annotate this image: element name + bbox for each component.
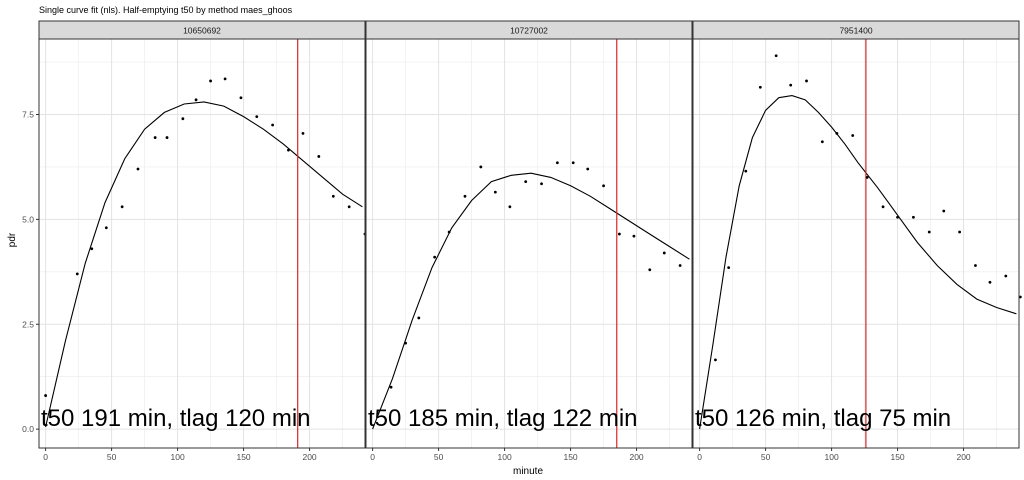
data-point xyxy=(865,176,869,179)
x-tick-label: 200 xyxy=(629,452,643,462)
data-point xyxy=(524,180,528,184)
data-point xyxy=(181,117,185,121)
x-tick-label: 150 xyxy=(563,452,577,462)
data-point xyxy=(417,316,421,320)
data-point xyxy=(271,123,275,127)
data-point xyxy=(927,230,931,234)
data-point xyxy=(479,165,483,169)
data-point xyxy=(223,77,227,81)
panel-background xyxy=(39,39,365,448)
data-point xyxy=(789,83,793,87)
data-point xyxy=(896,215,899,219)
data-point xyxy=(820,140,824,144)
data-point xyxy=(744,169,748,173)
data-point xyxy=(255,115,259,119)
y-tick-label: 5.0 xyxy=(22,214,34,224)
facet-strip-label: 7951400 xyxy=(839,26,872,36)
data-point xyxy=(165,136,169,139)
panel-2: t50 185 min, tlag 122 min 10727002 0 50 100 1… xyxy=(365,20,693,462)
data-point xyxy=(209,79,212,83)
panel-background xyxy=(693,39,1019,448)
data-point xyxy=(618,232,621,236)
x-tick-label: 0 xyxy=(697,452,702,462)
chart-panels: t50 191 min, tlag 120 min 10650692 0 50 100 1… xyxy=(22,20,1022,462)
data-point xyxy=(136,167,140,171)
data-point xyxy=(602,184,605,188)
x-tick-label: 200 xyxy=(956,452,970,462)
fit-annotation: t50 191 min, tlag 120 min xyxy=(41,405,311,432)
data-point xyxy=(104,226,108,230)
data-point xyxy=(678,264,682,267)
x-tick-label: 200 xyxy=(302,452,316,462)
data-point xyxy=(540,182,543,186)
data-point xyxy=(447,230,451,234)
facet-strip-label: 10727002 xyxy=(510,26,548,36)
data-point xyxy=(239,96,243,100)
fit-annotation: t50 126 min, tlag 75 min xyxy=(695,405,951,432)
data-point xyxy=(774,54,778,58)
data-point xyxy=(586,167,590,171)
faceted-chart: Single curve fit (nls). Half-emptying t5… xyxy=(7,5,1022,477)
x-tick-label: 50 xyxy=(434,452,444,462)
chart-title: Single curve fit (nls). Half-emptying t5… xyxy=(39,5,293,15)
data-point xyxy=(75,272,79,276)
data-point xyxy=(942,209,946,213)
data-point xyxy=(493,190,497,194)
data-point xyxy=(758,85,762,89)
panel-1: t50 191 min, tlag 120 min 10650692 0 50 100 1… xyxy=(22,20,367,462)
data-point xyxy=(433,255,437,259)
x-tick-label: 0 xyxy=(43,452,48,462)
x-tick-label: 50 xyxy=(107,452,117,462)
x-tick-label: 0 xyxy=(370,452,375,462)
data-point xyxy=(958,230,962,234)
data-point xyxy=(571,161,575,165)
data-point xyxy=(912,215,915,219)
data-point xyxy=(120,205,124,209)
data-point xyxy=(153,136,157,139)
data-point xyxy=(714,358,717,362)
data-point xyxy=(44,394,47,397)
data-point xyxy=(90,247,94,251)
facet-strip-label: 10650692 xyxy=(183,26,221,36)
x-tick-label: 100 xyxy=(824,452,838,462)
fit-annotation: t50 185 min, tlag 122 min xyxy=(368,405,638,432)
x-tick-label: 150 xyxy=(890,452,904,462)
x-tick-label: 100 xyxy=(497,452,511,462)
data-point xyxy=(851,134,855,137)
y-axis-title: pdr xyxy=(7,232,18,247)
data-point xyxy=(301,131,305,135)
x-tick-label: 100 xyxy=(170,452,184,462)
data-point xyxy=(331,194,335,198)
data-point xyxy=(805,79,808,83)
y-tick-label: 7.5 xyxy=(22,110,34,120)
data-point xyxy=(389,385,393,389)
data-point xyxy=(648,268,652,272)
data-point xyxy=(662,251,666,255)
data-point xyxy=(404,341,407,345)
data-point xyxy=(727,266,731,270)
data-point xyxy=(194,98,198,102)
data-point xyxy=(508,205,512,209)
data-point xyxy=(988,280,992,284)
data-point xyxy=(1004,274,1008,278)
data-point xyxy=(555,161,559,165)
data-point xyxy=(974,264,977,267)
data-point xyxy=(347,205,351,209)
data-point xyxy=(881,205,885,209)
data-point xyxy=(287,148,290,152)
data-point xyxy=(632,234,636,238)
x-axis-title: minute xyxy=(513,466,543,477)
data-point xyxy=(463,194,467,198)
x-tick-label: 150 xyxy=(236,452,250,462)
data-point xyxy=(317,155,321,158)
panel-3: t50 126 min, tlag 75 min 7951400 0 50 100 150… xyxy=(692,20,1022,462)
y-tick-label: 2.5 xyxy=(22,319,34,329)
panel-background xyxy=(366,39,692,448)
x-tick-label: 50 xyxy=(761,452,771,462)
data-point xyxy=(835,131,839,135)
y-tick-label: 0.0 xyxy=(22,424,34,434)
